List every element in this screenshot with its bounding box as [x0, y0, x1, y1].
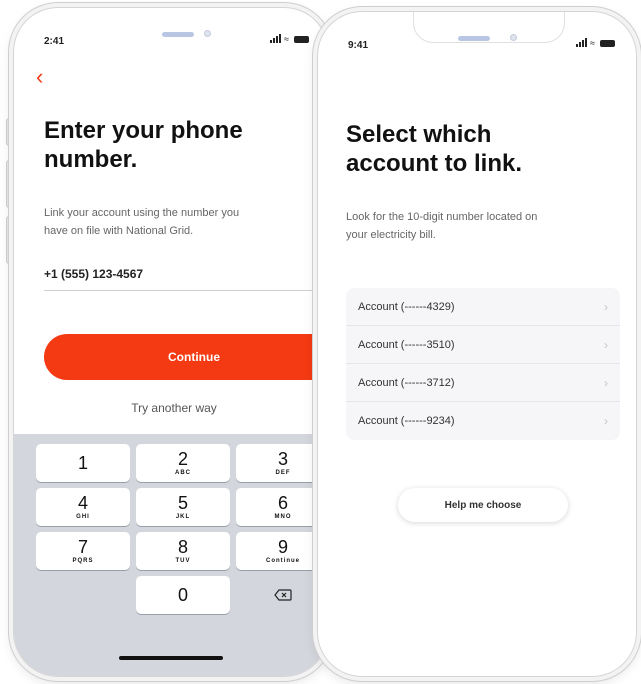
key-letters: GHI	[76, 513, 90, 520]
status-time: 2:41	[44, 36, 65, 47]
keypad-key-8[interactable]: 8 TUV	[136, 532, 230, 570]
account-list: Account (------4329) › Account (------35…	[346, 288, 620, 440]
account-label: Account (------3712)	[358, 376, 455, 389]
status-bar: 2:41 ≈	[14, 8, 328, 52]
account-list-item[interactable]: Account (------4329) ›	[346, 288, 620, 326]
phone-select-account: 9:41 ≈ Select which account to link. Loo…	[318, 12, 636, 676]
phone-enter-number: 2:41 ≈ ‹ Enter your phone number. Link y…	[14, 8, 328, 676]
key-letters: DEF	[275, 469, 291, 476]
page-title: Select which account to link.	[346, 120, 522, 178]
key-letters: MNO	[274, 513, 292, 520]
key-digit: 9	[277, 536, 288, 557]
key-digit: 8	[177, 536, 188, 557]
key-digit: 1	[77, 452, 88, 473]
try-another-way-link[interactable]: Try another way	[74, 401, 274, 415]
key-digit: 4	[77, 492, 88, 513]
key-digit: 7	[77, 536, 88, 557]
key-digit: 2	[177, 448, 188, 469]
key-digit: 5	[177, 492, 188, 513]
signal-icon	[576, 38, 587, 47]
home-indicator	[119, 656, 223, 660]
front-camera	[204, 30, 211, 37]
keypad-key-7[interactable]: 7 PQRS	[36, 532, 130, 570]
back-chevron-icon[interactable]: ‹	[36, 66, 43, 88]
description-line: have on file with National Grid.	[44, 225, 194, 237]
keypad-key-2[interactable]: 2 ABC	[136, 444, 230, 482]
page-title-line: account to link.	[346, 150, 523, 177]
status-icons: ≈	[576, 38, 615, 48]
side-button	[6, 216, 14, 264]
key-digit: 6	[277, 492, 288, 513]
keypad-key-0[interactable]: 0	[136, 576, 230, 614]
signal-icon	[270, 34, 281, 43]
description-line: Link your account using the number you	[44, 207, 240, 219]
status-time: 9:41	[348, 40, 369, 51]
account-label: Account (------3510)	[358, 338, 455, 351]
keypad-key-1[interactable]: 1	[36, 444, 130, 482]
side-button	[6, 118, 14, 146]
account-list-item[interactable]: Account (------9234) ›	[346, 402, 620, 440]
account-label: Account (------9234)	[358, 415, 455, 427]
key-letters: TUV	[175, 557, 191, 564]
keypad-key-4[interactable]: 4 GHI	[36, 488, 130, 526]
help-me-choose-button[interactable]: Help me choose	[398, 488, 568, 522]
input-underline	[44, 290, 328, 291]
status-bar: 9:41 ≈	[318, 12, 636, 56]
continue-button[interactable]: Continue	[44, 334, 328, 380]
page-title-line: Select which	[346, 121, 492, 148]
page-title: Enter your phone number.	[44, 116, 243, 174]
key-letters: JKL	[175, 513, 191, 520]
key-digit: 3	[277, 448, 288, 469]
battery-icon	[293, 36, 309, 43]
numeric-keypad: 1 2 ABC 3 DEF 4 GHI 5 JKL 6 MNO 7 PQRS 8	[14, 434, 328, 676]
battery-icon	[599, 40, 615, 47]
key-letters: Continue	[266, 557, 300, 564]
status-icons: ≈	[270, 34, 309, 44]
phone-number-input[interactable]: +1 (555) 123-4567	[44, 267, 143, 281]
page-description: Look for the 10-digit number located on …	[346, 208, 537, 244]
chevron-right-icon: ›	[604, 337, 608, 352]
wifi-icon: ≈	[590, 38, 595, 48]
page-description: Link your account using the number you h…	[44, 204, 239, 240]
side-button	[6, 160, 14, 208]
key-letters: PQRS	[72, 557, 94, 564]
key-digit: 0	[177, 585, 188, 605]
chevron-right-icon: ›	[604, 375, 608, 390]
page-title-line: number.	[44, 146, 138, 173]
chevron-right-icon: ›	[604, 414, 608, 428]
page-title-line: Enter your phone	[44, 117, 243, 144]
wifi-icon: ≈	[284, 34, 289, 44]
account-label: Account (------4329)	[358, 300, 455, 313]
account-list-item[interactable]: Account (------3712) ›	[346, 364, 620, 402]
chevron-right-icon: ›	[604, 299, 608, 314]
keypad-key-6[interactable]: 6 MNO	[236, 488, 328, 526]
description-line: Look for the 10-digit number located on	[346, 211, 538, 223]
keypad-key-9[interactable]: 9 Continue	[236, 532, 328, 570]
speaker-grille	[458, 36, 490, 41]
key-letters: ABC	[175, 469, 191, 476]
description-line: your electricity bill.	[346, 229, 436, 241]
front-camera	[510, 34, 517, 41]
keypad-key-5[interactable]: 5 JKL	[136, 488, 230, 526]
backspace-icon[interactable]	[236, 576, 328, 614]
keypad-key-3[interactable]: 3 DEF	[236, 444, 328, 482]
speaker-grille	[162, 32, 194, 37]
account-list-item[interactable]: Account (------3510) ›	[346, 326, 620, 364]
